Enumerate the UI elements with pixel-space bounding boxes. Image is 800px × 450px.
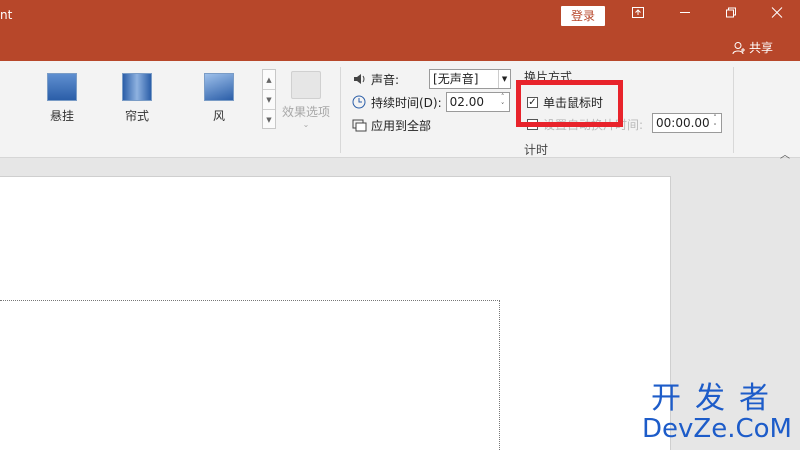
after-time-spinner-icon[interactable]: ˄ ˅ — [709, 114, 721, 132]
close-icon[interactable] — [762, 4, 792, 26]
effect-options-icon — [291, 71, 321, 99]
watermark-cn: 开发者 — [650, 381, 783, 416]
gallery-scroll-up-icon[interactable]: ▲ — [263, 70, 275, 90]
ribbon-display-options-icon[interactable] — [623, 4, 653, 26]
transition-curtains[interactable]: 帘式 — [112, 73, 162, 123]
slide-placeholder[interactable] — [0, 300, 500, 450]
restore-icon[interactable] — [716, 4, 746, 26]
share-button[interactable]: 共享 — [732, 39, 773, 56]
apply-all-label: 应用到全部 — [371, 119, 432, 133]
share-label: 共享 — [749, 41, 774, 55]
minimize-icon[interactable] — [670, 4, 700, 26]
collapse-ribbon-icon[interactable]: ︿ — [780, 146, 790, 161]
transition-label: 帘式 — [124, 109, 149, 123]
watermark: 开发者 DevZe.CoM — [642, 381, 792, 445]
duration-row: 持续时间(D): 02.00 ˄ ˅ — [352, 92, 510, 112]
effect-options-button[interactable]: 效果选项 ⌄ — [280, 71, 332, 129]
login-button[interactable]: 登录 — [561, 6, 605, 26]
speaker-icon — [354, 74, 365, 84]
group-label-timing: 计时 — [524, 143, 549, 157]
duration-spinner-icon[interactable]: ˄ ˅ — [497, 93, 509, 111]
chevron-down-icon: ⌄ — [302, 120, 310, 129]
duration-input[interactable]: 02.00 ˄ ˅ — [445, 92, 510, 112]
clock-icon — [352, 95, 366, 109]
group-divider — [340, 67, 341, 153]
sound-value: [无声音] — [433, 72, 479, 86]
after-time-value: 00:00.00 — [656, 116, 710, 130]
title-bar: nt 登录 共享 — [0, 0, 800, 61]
hang-thumbnail-icon — [47, 73, 77, 101]
effect-options-label: 效果选项 — [281, 105, 330, 119]
gallery-more-icon[interactable]: ▼ — [263, 110, 275, 130]
transition-gallery: 悬挂 帘式 风 — [0, 65, 262, 123]
gallery-scroll-down-icon[interactable]: ▼ — [263, 90, 275, 110]
app-title: nt — [0, 8, 13, 22]
apply-all-button[interactable]: 应用到全部 — [352, 117, 431, 134]
dropdown-caret-icon[interactable]: ▼ — [498, 70, 510, 88]
transition-wind[interactable]: 风 — [194, 73, 244, 123]
transition-label: 悬挂 — [49, 109, 74, 123]
sound-label: 声音: — [371, 72, 400, 87]
watermark-en: DevZe.CoM — [642, 414, 792, 444]
sound-row: 声音: [无声音] ▼ — [352, 69, 512, 89]
ribbon: 悬挂 帘式 风 ▲ ▼ ▼ 效果选项 ⌄ 声音: [无声音] ▼ 持续时间(D)… — [0, 61, 800, 158]
annotation-highlight-box — [516, 80, 623, 127]
sound-select[interactable]: [无声音] ▼ — [429, 69, 512, 89]
apply-all-icon — [352, 119, 367, 131]
duration-value: 02.00 — [449, 95, 485, 109]
transition-label: 风 — [212, 109, 225, 123]
wind-thumbnail-icon — [204, 73, 234, 101]
user-icon — [732, 41, 745, 54]
group-divider — [733, 67, 734, 153]
transition-hang[interactable]: 悬挂 — [37, 73, 87, 123]
curtains-thumbnail-icon — [122, 73, 152, 101]
after-time-input[interactable]: 00:00.00 ˄ ˅ — [652, 113, 722, 133]
duration-label: 持续时间(D): — [371, 95, 442, 110]
gallery-scrollbar[interactable]: ▲ ▼ ▼ — [262, 69, 276, 129]
